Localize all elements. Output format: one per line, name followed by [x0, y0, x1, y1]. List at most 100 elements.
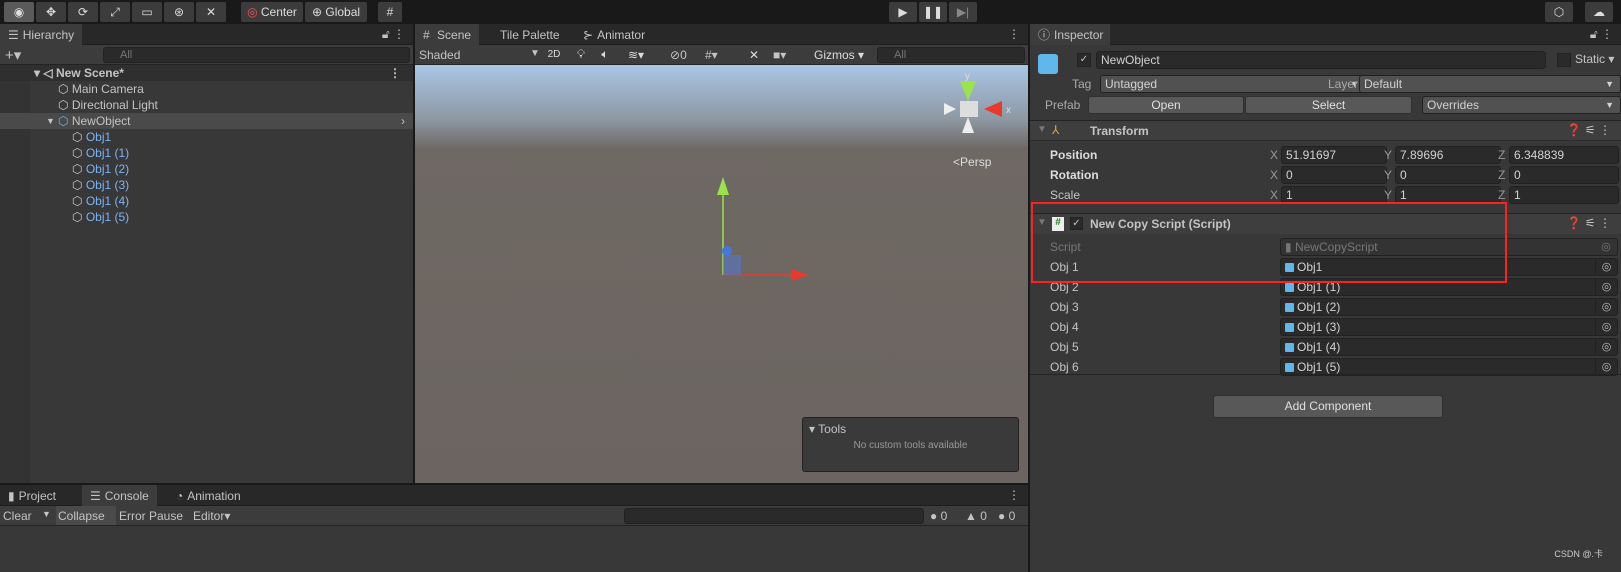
object-picker-icon[interactable]: ◎ — [1595, 279, 1617, 295]
axis-x-label[interactable]: X — [1270, 146, 1278, 164]
add-component-button[interactable]: Add Component — [1213, 395, 1443, 418]
rotation-z-field[interactable]: 0 — [1509, 166, 1619, 184]
cloud-icon[interactable]: ☁ — [1585, 2, 1613, 22]
tab-project[interactable]: ▮ Project — [0, 485, 64, 506]
tab-inspector[interactable]: ⓘ Inspector — [1030, 24, 1110, 45]
2d-toggle[interactable]: 2D — [543, 46, 565, 63]
active-checkbox[interactable]: ✓ — [1077, 53, 1091, 67]
hierarchy-item[interactable]: ⬡ Obj1 (2) — [0, 161, 413, 177]
persp-label[interactable]: <Persp — [953, 155, 991, 169]
scene-search[interactable]: All — [877, 47, 1025, 63]
scene-row[interactable]: ▾ ◁ New Scene* ⋮ — [0, 65, 413, 81]
menu-icon[interactable]: ⋮ — [1008, 488, 1020, 502]
tools-title[interactable]: ▾ Tools — [803, 418, 1018, 440]
position-y-field[interactable]: 7.89696 — [1395, 146, 1501, 164]
rotate-tool[interactable]: ⟳ — [68, 2, 98, 22]
lighting-toggle[interactable]: 💡︎ — [570, 46, 592, 63]
orientation-gizmo[interactable]: y x — [940, 69, 1020, 144]
prefab-open-button[interactable]: Open — [1088, 96, 1244, 114]
object-field[interactable]: Obj1 (3) ◎ — [1280, 318, 1618, 336]
tag-dropdown[interactable]: Untagged ▼ — [1100, 75, 1366, 93]
rotation-y-field[interactable]: 0 — [1395, 166, 1501, 184]
custom-tool[interactable]: ✕ — [196, 2, 226, 22]
position-z-field[interactable]: 6.348839 — [1509, 146, 1619, 164]
snap-button[interactable]: # — [378, 2, 402, 22]
hierarchy-item[interactable]: ⬡ Directional Light — [0, 97, 413, 113]
collab-icon[interactable]: ⬡ — [1545, 2, 1573, 22]
rotation-x-field[interactable]: 0 — [1281, 166, 1387, 184]
position-x-field[interactable]: 51.91697 — [1281, 146, 1387, 164]
static-checkbox[interactable] — [1557, 53, 1571, 67]
axis-x-label[interactable]: X — [1270, 166, 1278, 184]
audio-toggle[interactable]: 🔈︎ — [594, 46, 616, 63]
axis-y-label[interactable]: Y — [1384, 166, 1392, 184]
console-search[interactable] — [624, 508, 924, 524]
tab-animator[interactable]: ⊱ Animator — [575, 24, 653, 45]
tab-tile-palette[interactable]: Tile Palette — [492, 24, 568, 45]
lock-icon[interactable]: 🔓︎ ⋮ — [382, 27, 405, 42]
menu-icon[interactable]: ⋮ — [1008, 27, 1020, 41]
object-picker-icon[interactable]: ◎ — [1595, 259, 1617, 275]
gizmos-dropdown[interactable]: Gizmos ▾ — [807, 46, 871, 63]
layer-dropdown[interactable]: Default ▼ — [1359, 75, 1621, 93]
move-tool[interactable]: ✥ — [36, 2, 66, 22]
name-field[interactable]: NewObject — [1096, 51, 1546, 69]
step-button[interactable]: ▶| — [949, 2, 977, 22]
object-field[interactable]: Obj1 (4) ◎ — [1280, 338, 1618, 356]
object-picker-icon[interactable]: ◎ — [1595, 339, 1617, 355]
collapse-toggle[interactable]: Collapse — [56, 506, 116, 525]
log-count[interactable]: ● 0 — [930, 509, 947, 523]
scene-viewport[interactable]: y x <Persp ▾ Tools No custom tools avail… — [415, 65, 1028, 483]
transform-tool[interactable]: ⊛ — [164, 2, 194, 22]
hierarchy-item[interactable]: ⬡ Obj1 (3) — [0, 177, 413, 193]
error-pause-toggle[interactable]: Error Pause — [119, 509, 183, 523]
foldout-icon[interactable]: ▼ — [1037, 124, 1047, 135]
grid-dropdown[interactable]: #▾ — [705, 48, 718, 62]
camera-dropdown[interactable]: ■▾ — [773, 48, 786, 62]
hierarchy-item[interactable]: ⬡ Obj1 (5) — [0, 209, 413, 225]
tools-toggle[interactable]: ✕ — [743, 46, 765, 63]
hierarchy-item[interactable]: ⬡ Obj1 — [0, 129, 413, 145]
prefab-select-button[interactable]: Select — [1245, 96, 1412, 114]
component-menu-icons[interactable]: ❓ ⚟ ⋮ — [1567, 216, 1611, 230]
tab-hierarchy[interactable]: ☰ Hierarchy — [0, 24, 82, 45]
warning-count[interactable]: ▲ 0 — [965, 509, 987, 523]
space-toggle[interactable]: ⊕ Global — [305, 2, 367, 22]
hierarchy-item[interactable]: ⬡ Obj1 (4) — [0, 193, 413, 209]
tab-animation[interactable]: ◔ Animation — [168, 485, 249, 506]
tab-scene[interactable]: # Scene — [415, 24, 480, 45]
pause-button[interactable]: ❚❚ — [919, 2, 947, 22]
object-picker-icon[interactable]: ◎ — [1595, 319, 1617, 335]
play-button[interactable]: ▶ — [889, 2, 917, 22]
clear-button[interactable]: Clear — [3, 509, 32, 523]
scene-menu-icon[interactable]: ⋮ — [389, 65, 401, 81]
move-gizmo[interactable] — [695, 175, 825, 295]
static-dropdown[interactable]: Static ▾ — [1575, 50, 1614, 68]
visibility-toggle[interactable]: ⊘0 — [670, 48, 687, 62]
effects-dropdown[interactable]: ≋▾ — [618, 46, 654, 63]
rect-tool[interactable]: ▭ — [132, 2, 162, 22]
add-button[interactable]: +▾ — [5, 46, 21, 64]
hierarchy-item[interactable]: ▼ ⬡ NewObject › — [0, 113, 413, 129]
hierarchy-search[interactable]: All — [103, 47, 410, 63]
hierarchy-item[interactable]: ⬡ Obj1 (1) — [0, 145, 413, 161]
component-menu-icons[interactable]: ❓ ⚟ ⋮ — [1567, 123, 1611, 137]
overrides-dropdown[interactable]: Overrides ▼ — [1422, 96, 1621, 114]
hierarchy-item[interactable]: ⬡ Main Camera — [0, 81, 413, 97]
transform-header[interactable]: ▼ ⅄ Transform ❓ ⚟ ⋮ — [1030, 120, 1621, 141]
error-count[interactable]: ● 0 — [998, 509, 1015, 523]
gameobject-icon[interactable] — [1038, 54, 1058, 74]
axis-y-label[interactable]: Y — [1384, 146, 1392, 164]
lock-icon[interactable]: 🔓︎ ⋮ — [1590, 27, 1613, 42]
shading-dropdown[interactable]: Shaded — [419, 48, 460, 62]
scale-z-field[interactable]: 1 — [1509, 186, 1619, 204]
clear-options-dropdown[interactable]: ▼ — [42, 509, 51, 519]
pivot-toggle[interactable]: ◎ Center — [241, 2, 303, 22]
axis-z-label[interactable]: Z — [1498, 146, 1505, 164]
object-field[interactable]: Obj1 (2) ◎ — [1280, 298, 1618, 316]
axis-z-label[interactable]: Z — [1498, 166, 1505, 184]
view-tool[interactable]: ◉ — [4, 2, 34, 22]
object-picker-icon[interactable]: ◎ — [1595, 299, 1617, 315]
scale-tool[interactable]: ⤢ — [100, 2, 130, 22]
editor-dropdown[interactable]: Editor▾ — [193, 509, 230, 523]
